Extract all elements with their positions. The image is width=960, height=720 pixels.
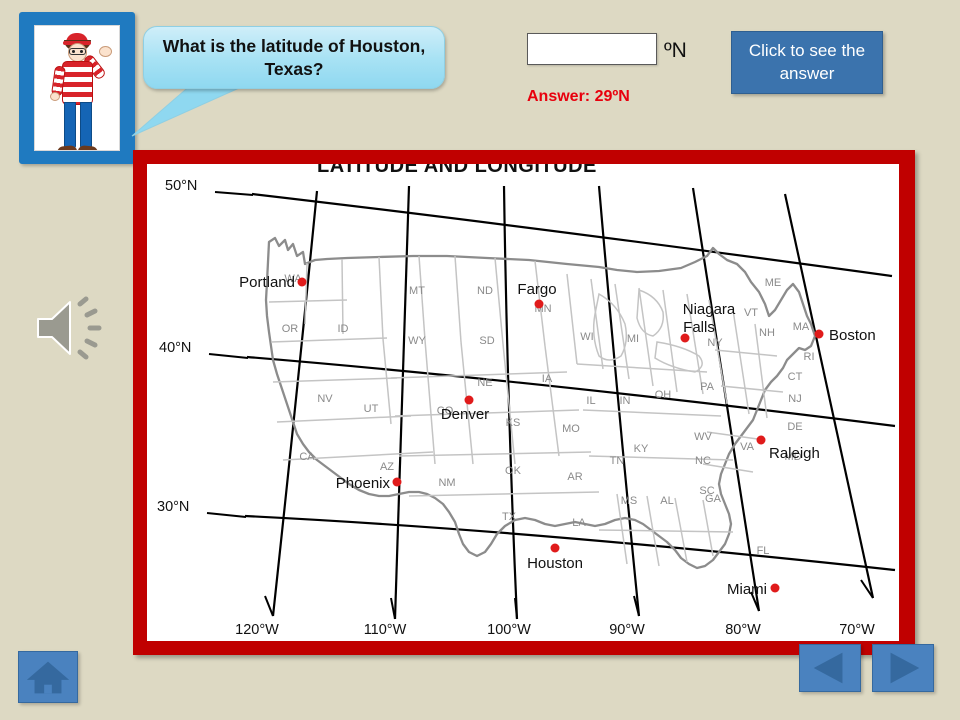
longitude-line-100W xyxy=(502,185,519,620)
reveal-answer-button[interactable]: Click to see the answer xyxy=(731,31,883,94)
svg-text:WI: WI xyxy=(580,331,593,343)
waldo-leg-left xyxy=(64,102,76,149)
svg-text:AL: AL xyxy=(660,495,673,507)
city-label-raleigh: Raleigh xyxy=(769,445,820,462)
svg-text:NV: NV xyxy=(317,393,333,405)
waldo-eye-right xyxy=(80,50,83,53)
svg-text:MS: MS xyxy=(621,495,638,507)
svg-text:MT: MT xyxy=(409,285,425,297)
waldo-hand-right xyxy=(99,46,112,57)
svg-text:DE: DE xyxy=(787,421,802,433)
home-button[interactable] xyxy=(18,651,78,703)
question-speech-bubble: What is the latitude of Houston, Texas? xyxy=(143,26,445,89)
city-dots xyxy=(297,277,824,593)
svg-text:ID: ID xyxy=(338,323,349,335)
svg-text:IL: IL xyxy=(586,395,595,407)
previous-slide-button[interactable] xyxy=(799,644,861,692)
svg-text:UT: UT xyxy=(364,403,379,415)
svg-text:OR: OR xyxy=(282,323,299,335)
svg-text:ND: ND xyxy=(477,285,493,297)
svg-text:AZ: AZ xyxy=(380,461,394,473)
svg-text:WV: WV xyxy=(694,431,712,443)
svg-text:NE: NE xyxy=(477,377,492,389)
svg-text:CT: CT xyxy=(788,371,803,383)
city-label-portland: Portland xyxy=(239,274,295,291)
longitude-label-90W: 90°W xyxy=(609,622,645,638)
map-canvas: LATITUDE AND LONGITUDE 50°N 40°N 30°N 12… xyxy=(147,164,899,641)
city-label-miami: Miami xyxy=(727,581,767,598)
svg-text:NY: NY xyxy=(707,337,723,349)
svg-text:NM: NM xyxy=(438,477,455,489)
svg-text:MI: MI xyxy=(627,333,639,345)
us-latitude-longitude-map: 50°N 40°N 30°N 120°W 110°W 100°W 90°W 80… xyxy=(157,178,896,638)
city-label-houston: Houston xyxy=(527,555,583,572)
svg-text:VT: VT xyxy=(744,307,758,319)
svg-text:MO: MO xyxy=(562,423,580,435)
answer-input-box[interactable] xyxy=(527,33,657,65)
longitude-line-110W xyxy=(393,185,411,620)
svg-text:OK: OK xyxy=(505,465,522,477)
chevron-left-icon xyxy=(813,652,843,684)
city-label-niagara-falls-2: Falls xyxy=(683,319,715,336)
svg-text:WY: WY xyxy=(408,335,426,347)
waldo-striped-shirt xyxy=(62,61,93,105)
svg-text:RI: RI xyxy=(804,351,815,363)
svg-text:VA: VA xyxy=(740,441,755,453)
svg-text:MA: MA xyxy=(793,321,810,333)
waldo-eye-left xyxy=(72,50,75,53)
latitude-line-40N xyxy=(246,355,896,428)
svg-text:OH: OH xyxy=(655,389,672,401)
chevron-right-icon xyxy=(890,652,920,684)
speaker-icon[interactable] xyxy=(30,288,110,368)
waldo-leg-right xyxy=(80,102,92,149)
longitude-label-70W: 70°W xyxy=(839,622,875,638)
svg-text:LA: LA xyxy=(572,517,586,529)
latitude-label-30N: 30°N xyxy=(157,499,189,515)
svg-text:IA: IA xyxy=(542,373,553,385)
svg-text:GA: GA xyxy=(705,493,722,505)
svg-text:NJ: NJ xyxy=(788,393,801,405)
next-slide-button[interactable] xyxy=(872,644,934,692)
map-frame: LATITUDE AND LONGITUDE 50°N 40°N 30°N 12… xyxy=(133,150,915,655)
longitude-label-100W: 100°W xyxy=(487,622,531,638)
waldo-shoe-left xyxy=(56,144,78,150)
waldo-illustration xyxy=(34,25,120,151)
svg-text:NH: NH xyxy=(759,327,775,339)
longitude-label-110W: 110°W xyxy=(364,622,407,638)
city-label-boston: Boston xyxy=(829,327,876,344)
latitude-label-50N: 50°N xyxy=(165,178,197,194)
svg-text:CA: CA xyxy=(299,451,315,463)
speech-bubble-tail xyxy=(131,83,249,137)
svg-text:IN: IN xyxy=(620,395,631,407)
svg-text:KY: KY xyxy=(634,443,649,455)
city-label-phoenix: Phoenix xyxy=(336,475,391,492)
svg-text:NC: NC xyxy=(695,455,711,467)
waldo-hand-left xyxy=(50,92,60,101)
revealed-answer-text: Answer: 29ºN xyxy=(527,88,630,105)
svg-text:AR: AR xyxy=(567,471,582,483)
waldo-shoe-right xyxy=(77,144,99,150)
longitude-line-120W xyxy=(271,190,319,617)
waldo-image-card xyxy=(19,12,135,164)
svg-text:TX: TX xyxy=(502,511,517,523)
home-icon xyxy=(26,661,70,694)
svg-text:SD: SD xyxy=(479,335,494,347)
degrees-north-label: ºN xyxy=(664,39,687,62)
longitude-label-120W: 120°W xyxy=(235,622,279,638)
latitude-label-40N: 40°N xyxy=(159,340,191,356)
city-label-denver: Denver xyxy=(441,406,489,423)
svg-text:FL: FL xyxy=(757,545,770,557)
city-label-fargo: Fargo xyxy=(517,281,556,298)
question-text: What is the latitude of Houston, Texas? xyxy=(162,36,426,79)
svg-text:KS: KS xyxy=(506,417,521,429)
svg-text:ME: ME xyxy=(765,277,782,289)
city-label-niagara-falls-1: Niagara xyxy=(683,301,736,318)
svg-text:PA: PA xyxy=(700,381,715,393)
longitude-label-80W: 80°W xyxy=(725,622,761,638)
svg-text:TN: TN xyxy=(610,455,625,467)
